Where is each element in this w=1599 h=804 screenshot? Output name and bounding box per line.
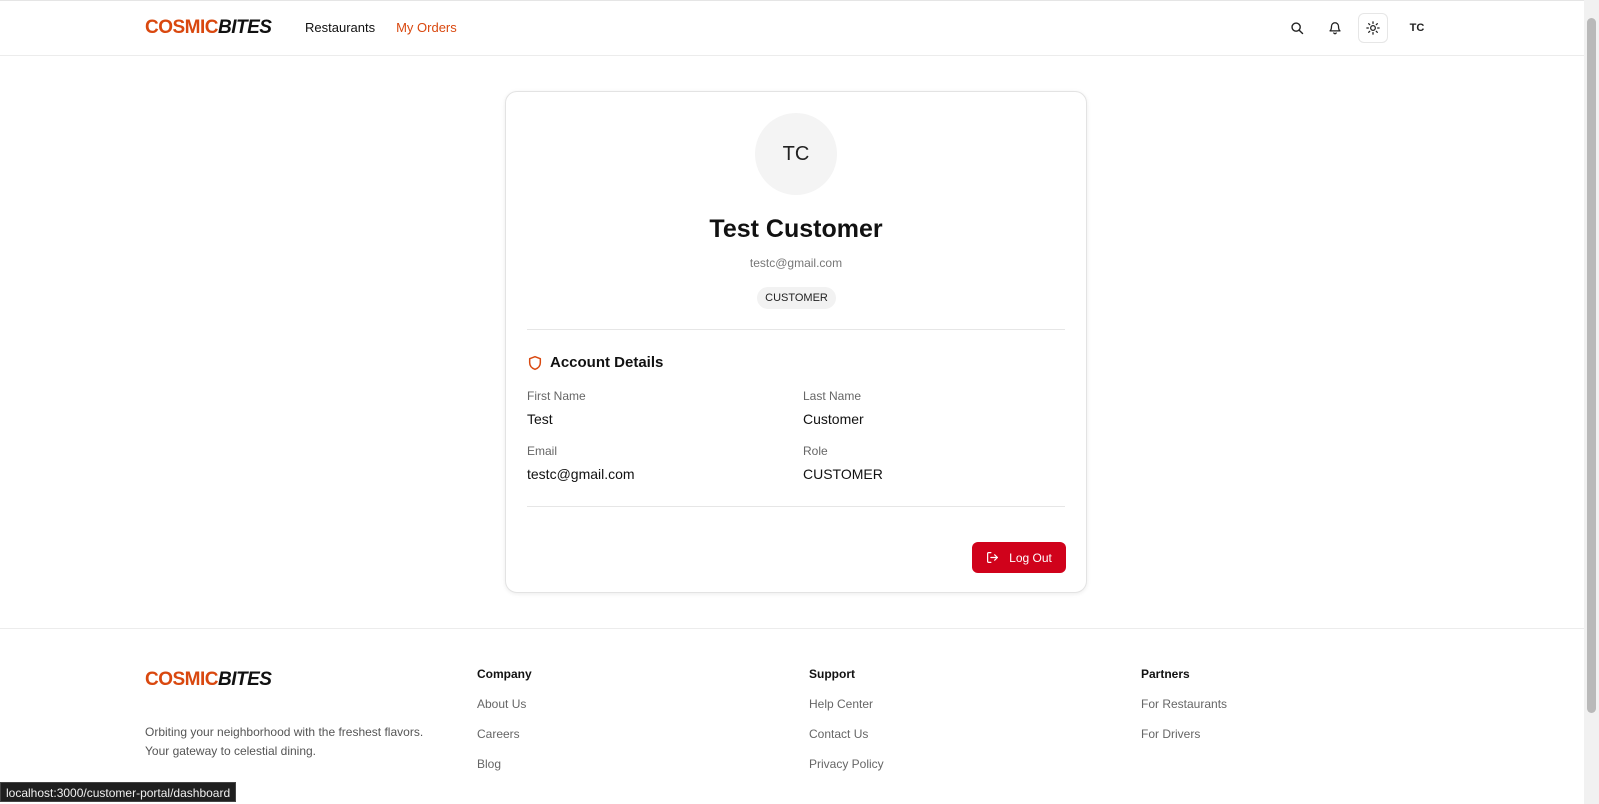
search-icon xyxy=(1291,22,1304,35)
field-role: Role CUSTOMER xyxy=(803,444,883,482)
divider xyxy=(527,506,1065,507)
nav-restaurants[interactable]: Restaurants xyxy=(305,20,375,35)
footer-link-help-center[interactable]: Help Center xyxy=(809,697,884,711)
account-details-title: Account Details xyxy=(550,354,664,371)
field-last-name: Last Name Customer xyxy=(803,389,864,427)
footer-tagline: Orbiting your neighborhood with the fres… xyxy=(145,723,455,761)
logout-button[interactable]: Log Out xyxy=(972,542,1066,573)
nav-my-orders[interactable]: My Orders xyxy=(396,20,457,35)
brand-logo[interactable]: COSMICBITES xyxy=(145,17,272,39)
logo-text-bites: BITES xyxy=(218,17,272,38)
scrollbar-thumb[interactable] xyxy=(1587,18,1596,713)
logo-text-cosmic: COSMIC xyxy=(145,669,219,690)
footer-link-privacy-policy[interactable]: Privacy Policy xyxy=(809,757,884,771)
footer-link-for-drivers[interactable]: For Drivers xyxy=(1141,727,1227,741)
user-avatar-menu[interactable]: TC xyxy=(1402,13,1432,43)
account-details-heading: Account Details xyxy=(527,354,663,371)
tagline-line-2: Your gateway to celestial dining. xyxy=(145,744,316,758)
footer-column-title: Support xyxy=(809,667,855,681)
tagline-line-1: Orbiting your neighborhood with the fres… xyxy=(145,725,424,739)
page-scrollbar[interactable] xyxy=(1584,0,1599,804)
logo-text-cosmic: COSMIC xyxy=(145,17,219,38)
footer-column-company: Company About Us Careers Blog xyxy=(477,667,532,787)
footer-link-about-us[interactable]: About Us xyxy=(477,697,532,711)
sun-icon xyxy=(1366,21,1380,35)
footer-logo[interactable]: COSMICBITES xyxy=(145,669,272,691)
header-actions: TC xyxy=(1282,13,1432,43)
footer-link-careers[interactable]: Careers xyxy=(477,727,532,741)
profile-card: TC Test Customer testc@gmail.com CUSTOME… xyxy=(505,91,1087,593)
logout-icon xyxy=(987,552,999,563)
field-value: CUSTOMER xyxy=(803,466,883,482)
footer-link-contact-us[interactable]: Contact Us xyxy=(809,727,884,741)
profile-email: testc@gmail.com xyxy=(749,256,843,270)
logout-label: Log Out xyxy=(1009,550,1052,565)
field-label: First Name xyxy=(527,389,586,403)
field-first-name: First Name Test xyxy=(527,389,586,427)
footer-column-support: Support Help Center Contact Us Privacy P… xyxy=(809,667,884,787)
field-label: Role xyxy=(803,444,828,458)
status-bar-url: localhost:3000/customer-portal/dashboard xyxy=(0,782,237,802)
role-badge: CUSTOMER xyxy=(757,287,836,309)
field-value: Test xyxy=(527,411,553,427)
footer-column-title: Company xyxy=(477,667,532,681)
bell-icon xyxy=(1329,22,1341,35)
search-button[interactable] xyxy=(1282,13,1312,43)
field-label: Email xyxy=(527,444,558,458)
footer-link-blog[interactable]: Blog xyxy=(477,757,532,771)
top-navbar: COSMICBITES Restaurants My Orders TC xyxy=(0,0,1584,56)
footer-column-title: Partners xyxy=(1141,667,1190,681)
theme-toggle-button[interactable] xyxy=(1358,13,1388,43)
field-label: Last Name xyxy=(803,389,862,403)
page: COSMICBITES Restaurants My Orders TC TC … xyxy=(0,0,1599,804)
field-email: Email testc@gmail.com xyxy=(527,444,635,482)
field-value: Customer xyxy=(803,411,864,427)
profile-avatar: TC xyxy=(755,113,837,195)
main-nav: Restaurants My Orders xyxy=(305,20,457,35)
field-value: testc@gmail.com xyxy=(527,466,635,482)
divider xyxy=(527,329,1065,330)
shield-icon xyxy=(528,355,542,370)
logo-text-bites: BITES xyxy=(218,669,272,690)
notifications-button[interactable] xyxy=(1320,13,1350,43)
site-footer: COSMICBITES Orbiting your neighborhood w… xyxy=(0,628,1584,804)
footer-link-for-restaurants[interactable]: For Restaurants xyxy=(1141,697,1227,711)
footer-column-partners: Partners For Restaurants For Drivers xyxy=(1141,667,1227,757)
profile-name: Test Customer xyxy=(709,215,883,243)
